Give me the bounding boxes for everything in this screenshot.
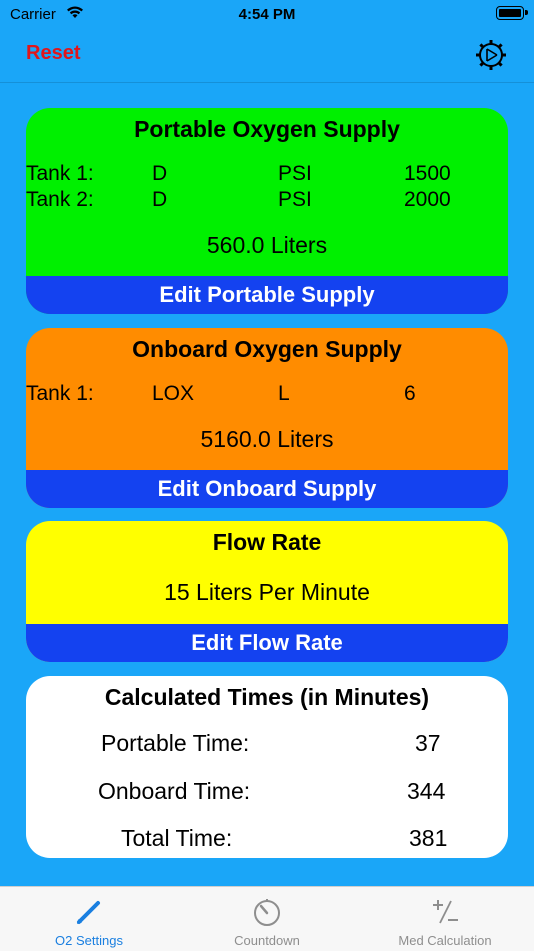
tank-value: 2000 — [404, 188, 451, 211]
status-bar: Carrier 4:54 PM — [0, 0, 534, 30]
onboard-supply-title: Onboard Oxygen Supply — [132, 336, 402, 362]
time-value: 37 — [415, 730, 441, 756]
edit-onboard-supply-button[interactable]: Edit Onboard Supply — [26, 470, 508, 508]
flow-rate-value: 15 Liters Per Minute — [164, 579, 370, 605]
time-label: Onboard Time: — [98, 778, 251, 804]
calculated-times-card: Calculated Times (in Minutes) Portable T… — [26, 676, 508, 858]
timer-icon — [254, 899, 280, 926]
time-value: 381 — [409, 825, 448, 851]
onboard-total-liters: 5160.0 Liters — [200, 426, 334, 452]
tab-label: O2 Settings — [55, 933, 123, 948]
tank-label: Tank 1: — [26, 382, 94, 405]
portable-tank-row: Tank 1: D PSI 1500 — [26, 162, 508, 188]
portable-supply-card: Portable Oxygen Supply Tank 1: D PSI 150… — [26, 108, 508, 314]
tank-size: D — [152, 162, 168, 185]
tab-bar: O2 Settings Countdown Med Calculation — [0, 886, 534, 951]
tank-size: LOX — [152, 382, 195, 405]
flow-rate-card: Flow Rate 15 Liters Per Minute Edit Flow… — [26, 521, 508, 662]
edit-flow-rate-button[interactable]: Edit Flow Rate — [26, 624, 508, 662]
portable-supply-title: Portable Oxygen Supply — [134, 116, 400, 142]
time-label: Total Time: — [121, 825, 233, 851]
tank-label: Tank 2: — [26, 188, 94, 211]
pencil-icon — [77, 901, 100, 924]
tab-med-calculation[interactable]: Med Calculation — [356, 887, 534, 951]
flow-rate-title: Flow Rate — [212, 529, 322, 555]
onboard-tank-row: Tank 1: LOX L 6 — [26, 382, 508, 408]
tab-countdown[interactable]: Countdown — [178, 887, 356, 951]
tank-size: D — [152, 188, 168, 211]
navigation-bar: Reset — [0, 30, 534, 83]
clock: 4:54 PM — [238, 6, 296, 23]
gear-icon[interactable] — [474, 38, 508, 72]
tank-value: 1500 — [404, 162, 451, 185]
onboard-supply-card: Onboard Oxygen Supply Tank 1: LOX L 6 51… — [26, 328, 508, 508]
plus-minus-icon — [433, 900, 458, 924]
tank-label: Tank 1: — [26, 162, 94, 185]
tank-unit: PSI — [278, 162, 312, 185]
portable-total-liters: 560.0 Liters — [206, 232, 328, 258]
tank-value: 6 — [404, 382, 416, 405]
time-label: Portable Time: — [101, 730, 250, 756]
tank-unit: PSI — [278, 188, 312, 211]
time-value: 344 — [407, 778, 446, 804]
edit-portable-supply-button[interactable]: Edit Portable Supply — [26, 276, 508, 314]
tank-unit: L — [278, 382, 290, 405]
tab-label: Med Calculation — [398, 933, 492, 948]
tab-o2-settings[interactable]: O2 Settings — [0, 887, 178, 951]
portable-tank-row: Tank 2: D PSI 2000 — [26, 188, 508, 214]
tab-label: Countdown — [234, 933, 300, 948]
battery-icon — [496, 6, 528, 20]
calculated-times-title: Calculated Times (in Minutes) — [104, 684, 430, 710]
reset-button[interactable]: Reset — [26, 42, 80, 65]
